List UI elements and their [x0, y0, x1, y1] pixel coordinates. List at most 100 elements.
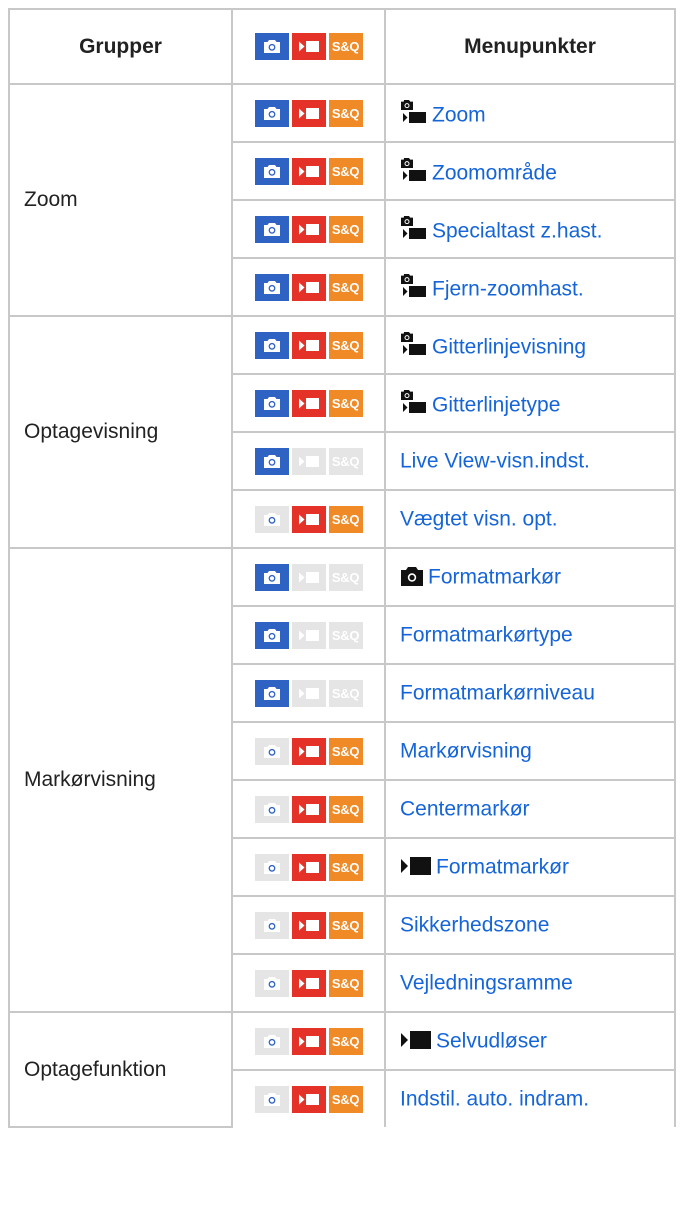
movie-mode-icon	[291, 679, 326, 707]
sq-mode-icon: S&Q	[328, 1027, 363, 1055]
menu-item-cell: Centermarkør	[384, 779, 676, 839]
menu-item-link[interactable]: Live View-visn.indst.	[400, 449, 590, 472]
movie-mode-icon	[291, 737, 326, 765]
modes-cell: S&Q	[231, 141, 386, 201]
table-body: Zoom S&Q Zoom S&Q Zoomområde S&Q Specialtast z…	[8, 83, 676, 1128]
menu-item-cell: Zoomområde	[384, 141, 676, 201]
movie-icon	[400, 1029, 432, 1051]
modes-cell: S&Q	[231, 605, 386, 665]
photo-movie-icon	[400, 215, 428, 241]
photo-mode-icon	[254, 737, 289, 765]
photo-mode-icon	[254, 447, 289, 475]
mode-badges: S&Q	[254, 853, 363, 881]
menu-item-cell: Zoom	[384, 83, 676, 143]
photo-mode-icon	[254, 969, 289, 997]
modes-cell: S&Q	[231, 257, 386, 317]
menu-item-link[interactable]: Fjern-zoomhast.	[432, 277, 584, 300]
menu-table: Grupper S&Q Menupunkter Zoom S&Q Zoom S&Q Zo…	[8, 8, 676, 1128]
mode-badges: S&Q	[254, 447, 363, 475]
modes-cell: S&Q	[231, 953, 386, 1013]
menu-item-cell: Selvudløser	[384, 1011, 676, 1071]
movie-mode-icon	[291, 273, 326, 301]
movie-mode-icon	[291, 157, 326, 185]
header-menu-items: Menupunkter	[384, 8, 676, 85]
movie-mode-icon	[291, 795, 326, 823]
movie-mode-icon	[291, 447, 326, 475]
menu-item-link[interactable]: Vejledningsramme	[400, 971, 573, 994]
sq-mode-icon: S&Q	[328, 737, 363, 765]
menu-item-cell: Formatmarkør	[384, 837, 676, 897]
movie-mode-icon	[291, 563, 326, 591]
sq-mode-icon: S&Q	[328, 157, 363, 185]
group-cell: Markørvisning	[8, 547, 233, 1013]
photo-mode-icon	[254, 795, 289, 823]
movie-mode-icon	[291, 215, 326, 243]
mode-badges: S&Q	[254, 505, 363, 533]
sq-mode-icon: S&Q	[328, 99, 363, 127]
table-row: Markørvisning S&Q Formatmarkør	[8, 547, 676, 1013]
movie-mode-icon	[291, 621, 326, 649]
sq-mode-icon: S&Q	[328, 215, 363, 243]
menu-item-link[interactable]: Zoomområde	[432, 161, 557, 184]
page: Grupper S&Q Menupunkter Zoom S&Q Zoom S&Q Zo…	[0, 0, 684, 1221]
menu-item-link[interactable]: Formatmarkørniveau	[400, 681, 595, 704]
photo-mode-icon	[254, 99, 289, 127]
menu-item-link[interactable]: Indstil. auto. indram.	[400, 1087, 589, 1110]
mode-badges: S&Q	[254, 969, 363, 997]
camera-icon	[400, 565, 424, 587]
sq-mode-icon: S&Q	[328, 969, 363, 997]
header-modes: S&Q	[231, 8, 386, 85]
menu-item-cell: Fjern-zoomhast.	[384, 257, 676, 317]
movie-mode-icon	[291, 389, 326, 417]
movie-mode-icon	[291, 505, 326, 533]
mode-badges: S&Q	[254, 911, 363, 939]
table-row: Optagevisning S&Q Gitterlinjevisning	[8, 315, 676, 549]
menu-item-link[interactable]: Vægtet visn. opt.	[400, 507, 558, 530]
movie-mode-icon	[291, 1027, 326, 1055]
menu-item-link[interactable]: Formatmarkørtype	[400, 623, 573, 646]
mode-badges: S&Q	[254, 737, 363, 765]
photo-mode-icon	[254, 679, 289, 707]
menu-item-link[interactable]: Zoom	[432, 103, 486, 126]
sq-mode-icon: S&Q	[328, 795, 363, 823]
photo-mode-icon	[254, 853, 289, 881]
photo-mode-icon	[254, 621, 289, 649]
movie-mode-icon	[291, 33, 326, 60]
movie-mode-icon	[291, 1085, 326, 1113]
modes-cell: S&Q	[231, 373, 386, 433]
menu-item-link[interactable]: Formatmarkør	[428, 565, 561, 588]
sq-mode-icon: S&Q	[328, 1085, 363, 1113]
photo-movie-icon	[400, 273, 428, 299]
modes-cell: S&Q	[231, 663, 386, 723]
menu-item-link[interactable]: Selvudløser	[436, 1029, 547, 1052]
menu-item-link[interactable]: Centermarkør	[400, 797, 530, 820]
movie-mode-icon	[291, 853, 326, 881]
menu-item-link[interactable]: Sikkerhedszone	[400, 913, 549, 936]
sq-mode-icon: S&Q	[328, 911, 363, 939]
photo-mode-icon	[254, 505, 289, 533]
menu-item-link[interactable]: Specialtast z.hast.	[432, 219, 602, 242]
sq-mode-icon: S&Q	[328, 389, 363, 417]
menu-item-cell: Vægtet visn. opt.	[384, 489, 676, 549]
menu-item-link[interactable]: Formatmarkør	[436, 855, 569, 878]
menu-item-cell: Markørvisning	[384, 721, 676, 781]
movie-mode-icon	[291, 331, 326, 359]
modes-cell: S&Q	[231, 83, 386, 143]
photo-movie-icon	[400, 157, 428, 183]
mode-badges: S&Q	[254, 99, 363, 127]
sq-mode-icon: S&Q	[328, 273, 363, 301]
table-row: Optagefunktion S&Q Selvudløser	[8, 1011, 676, 1128]
mode-badges: S&Q	[254, 795, 363, 823]
menu-item-cell: Formatmarkør	[384, 547, 676, 607]
photo-mode-icon	[254, 33, 289, 60]
movie-mode-icon	[291, 911, 326, 939]
menu-item-link[interactable]: Gitterlinjevisning	[432, 335, 586, 358]
sq-mode-icon: S&Q	[328, 679, 363, 707]
modes-cell: S&Q	[231, 837, 386, 897]
menu-item-link[interactable]: Markørvisning	[400, 739, 532, 762]
menu-item-cell: Sikkerhedszone	[384, 895, 676, 955]
mode-badges: S&Q	[254, 389, 363, 417]
photo-mode-icon	[254, 563, 289, 591]
menu-item-link[interactable]: Gitterlinjetype	[432, 393, 560, 416]
table-header-row: Grupper S&Q Menupunkter	[8, 8, 676, 85]
